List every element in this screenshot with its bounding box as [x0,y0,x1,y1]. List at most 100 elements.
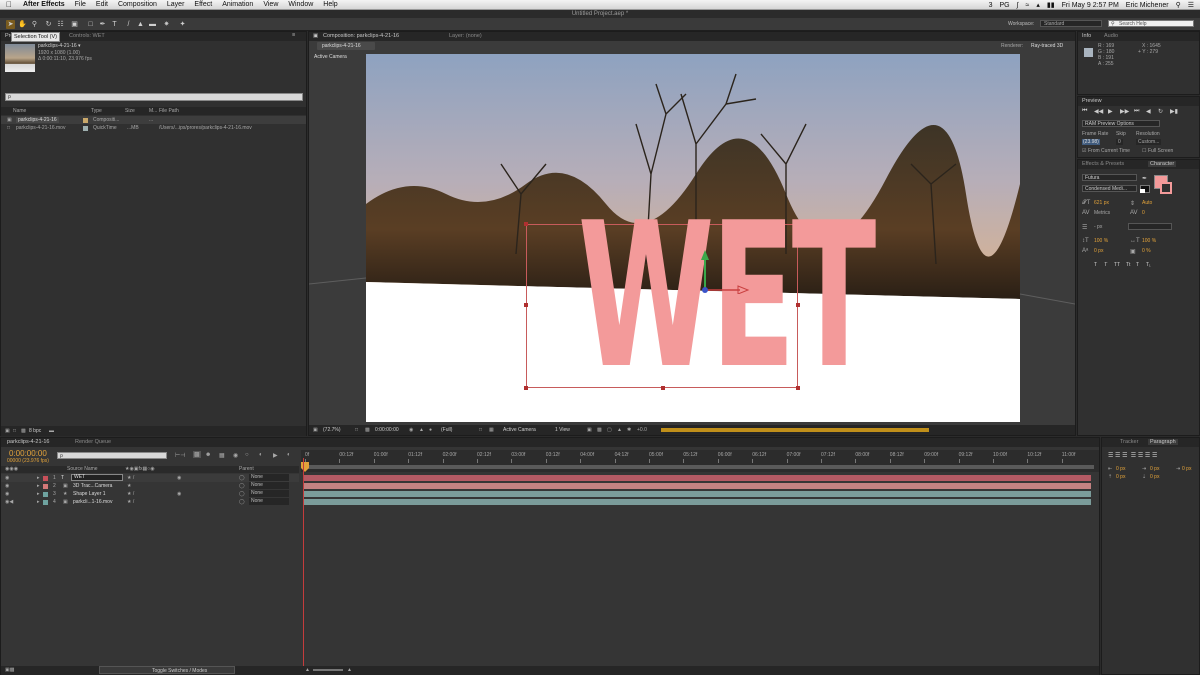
app-menu[interactable]: After Effects [18,1,70,8]
layer-switches-icon[interactable]: ★ [127,483,131,489]
pixel-aspect-icon[interactable]: ▣ [587,427,592,433]
menu-layer[interactable]: Layer [162,1,190,8]
trash-icon[interactable]: ▬ [49,428,54,434]
brush-tool-icon[interactable]: / [124,20,133,29]
show-snapshot-icon[interactable]: ▲ [419,427,424,433]
work-area-bar[interactable] [304,465,1094,469]
layer-name[interactable]: parkcli...1-16.mov [73,499,112,505]
menu-animation[interactable]: Animation [217,1,258,8]
wifi-icon[interactable]: ≈ [1026,2,1030,9]
pickwhip-icon[interactable]: ◯ [239,475,245,481]
user-name[interactable]: Eric Michener [1126,2,1169,9]
indent-left-value[interactable]: 0 px [1116,466,1125,472]
roto-brush-tool-icon[interactable]: ✷ [162,20,171,29]
menu-window[interactable]: Window [283,1,318,8]
time-ruler[interactable]: 0f 00:12f 01:00f 01:12f 02:00f 02:12f 03:00f 03… [301,450,1099,472]
label-color[interactable] [43,500,48,505]
col-size[interactable]: Size [125,108,135,114]
puppet-tool-icon[interactable]: ✦ [178,20,187,29]
thumb-name[interactable]: parkclips-4-21-16 ▾ [38,43,81,49]
horizontal-scale-value[interactable]: 100 % [1142,238,1156,244]
brainstorm-icon[interactable]: ○ [245,452,249,458]
type-tool-icon[interactable]: T [110,20,119,29]
label-color[interactable] [43,484,48,489]
layer-bar-camera[interactable] [303,483,1091,489]
volume-icon[interactable]: ▴ [1036,1,1040,9]
tab-timeline-comp[interactable]: parkclips-4-21-16 [7,439,50,445]
3d-layer-icon[interactable]: ◉ [177,475,181,481]
transparency-grid-icon[interactable]: ▦ [489,427,494,433]
layer-switches-icon[interactable]: ★ / [127,499,134,505]
pen-tool-icon[interactable]: ✒ [98,20,107,29]
baseline-value[interactable]: 0 px [1094,248,1103,254]
kerning-value[interactable]: Metrics [1094,210,1110,216]
superscript-button[interactable]: T [1136,262,1139,268]
tab-paragraph[interactable]: Paragraph [1148,439,1178,445]
col-name[interactable]: Name [13,108,26,114]
audio-icon[interactable]: ◀ [1146,108,1151,115]
region-of-interest-icon[interactable]: □ [479,427,482,433]
project-search-input[interactable]: ρ [5,93,303,101]
stroke-style-select[interactable] [1128,223,1172,230]
eyedropper-icon[interactable]: ✒ [1142,175,1147,182]
parent-select[interactable]: None [249,498,289,505]
auto-keyframe-icon[interactable]: ▶ [273,452,278,459]
faux-bold-button[interactable]: T [1094,262,1097,268]
label-color[interactable] [43,492,48,497]
zoom-out-icon[interactable]: ▲ [305,667,310,673]
comp-subtab[interactable]: parkclips-4-21-16 [317,42,375,50]
visibility-icon[interactable]: ◉ [5,475,9,481]
mask-visibility-icon[interactable]: ▩ [365,427,370,433]
selection-tool-icon[interactable]: ➤ [6,20,15,29]
tab-info[interactable]: Info [1082,33,1091,39]
align-buttons-icon[interactable]: ☰ ☰ ☰ ☰ ☰ ☰ ☰ [1108,452,1157,459]
pickwhip-icon[interactable]: ◯ [239,483,245,489]
camera-tool-icon[interactable]: ☷ [56,20,65,29]
label-color[interactable] [43,476,48,481]
safe-zones-icon[interactable]: □ [355,427,358,433]
bluetooth-icon[interactable]: ∫ [1017,2,1019,9]
expand-icon[interactable]: ▸ [37,491,40,497]
resolution-select[interactable]: Custom... [1136,139,1162,145]
pickwhip-icon[interactable]: ◯ [239,499,245,505]
zoom-select[interactable]: (72.7%) [323,427,341,433]
last-frame-icon[interactable]: ⏭ [1134,108,1139,115]
layer-bar-footage[interactable] [303,499,1091,505]
motion-blur-icon[interactable]: ◉ [233,452,238,459]
small-caps-button[interactable]: Tt [1126,262,1130,268]
workspace-select[interactable]: Standard [1040,20,1102,27]
layer-row[interactable]: ◉ ▸ 1 T WET ★ / ◉ ◯ None [1,474,299,482]
menu-view[interactable]: View [258,1,283,8]
pan-behind-tool-icon[interactable]: ▣ [70,20,79,29]
tab-composition[interactable]: Composition: parkclips-4-21-16 [323,33,399,39]
first-line-value[interactable]: 0 px [1182,466,1191,472]
layer-bar-wet[interactable] [303,475,1091,481]
layer-row[interactable]: ◉ ▸ 3 ★ Shape Layer 1 ★ / ◉ ◯ None [1,490,299,498]
ram-preview-options-select[interactable]: RAM Preview Options [1082,120,1160,127]
user-initials[interactable]: PG [999,2,1009,9]
panel-menu-icon[interactable]: ≡ [292,32,295,38]
clock[interactable]: Fri May 9 2:57 PM [1062,2,1119,9]
indent-right-value[interactable]: 0 px [1150,466,1159,472]
space-before-value[interactable]: 0 px [1116,474,1125,480]
project-item[interactable]: □ parkclips-4-21-16.mov QuickTime ...MB … [1,124,306,132]
menu-composition[interactable]: Composition [113,1,162,8]
timeline-search-input[interactable]: ρ [57,452,167,459]
bpc-label[interactable]: 8 bpc [29,428,41,434]
frame-blending-icon[interactable]: ▦ [219,452,225,459]
pickwhip-icon[interactable]: ◯ [239,491,245,497]
tab-preview[interactable]: Preview [1082,98,1102,104]
lock-icon[interactable]: ▣ [313,33,318,39]
stroke-color-swatch[interactable] [1160,182,1172,194]
exposure-icon[interactable]: ✱ [627,427,631,433]
tab-controls[interactable]: Controls: WET [69,33,105,39]
leading-value[interactable]: Auto [1142,200,1152,206]
tab-effects-presets[interactable]: Effects & Presets [1082,161,1124,167]
rotate-tool-icon[interactable]: ↻ [44,20,53,29]
graph-editor-icon[interactable]: ◐ [259,452,263,458]
font-style-select[interactable]: Condensed Medi... [1082,185,1137,192]
visibility-icon[interactable]: ◉◀ [5,499,13,505]
expand-icon[interactable]: ▸ [37,483,40,489]
white-swatch[interactable] [1140,189,1145,193]
zoom-in-icon[interactable]: ▲ [347,667,352,673]
